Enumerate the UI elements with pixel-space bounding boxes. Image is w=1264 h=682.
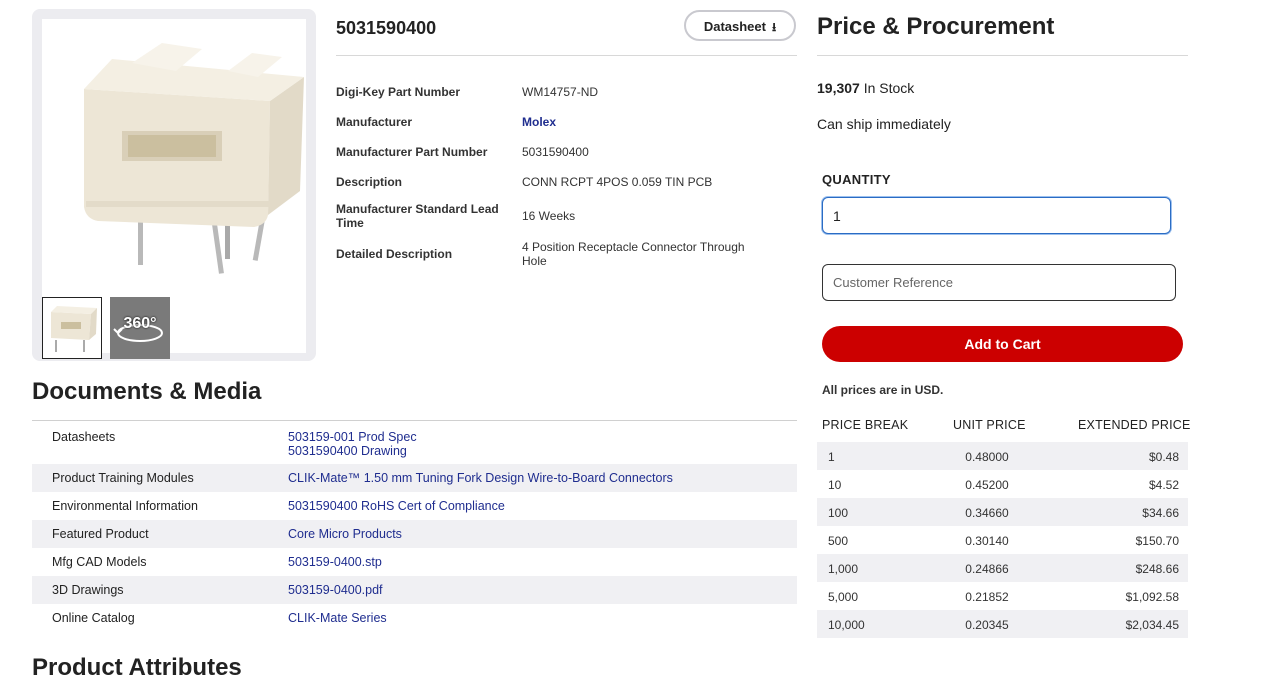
- doc-row-cad-models: Mfg CAD Models 503159-0400.stp: [32, 548, 797, 576]
- price-break: 10: [828, 478, 842, 492]
- doc-row-3d-drawings: 3D Drawings 503159-0400.pdf: [32, 576, 797, 604]
- detail-label: Digi-Key Part Number: [336, 85, 461, 99]
- doc-label: Datasheets: [52, 430, 116, 444]
- detail-value: 4 Position Receptacle Connector Through …: [522, 240, 745, 268]
- unit-price: 0.34660: [965, 506, 1009, 520]
- extended-price: $1,092.58: [1125, 590, 1179, 604]
- unit-price: 0.45200: [965, 478, 1009, 492]
- price-break: 1,000: [828, 562, 859, 576]
- doc-row-training: Product Training Modules CLIK-Mate™ 1.50…: [32, 464, 797, 492]
- details-divider: [336, 55, 797, 56]
- ship-status: Can ship immediately: [817, 116, 951, 132]
- detail-label: Manufacturer: [336, 115, 413, 129]
- quantity-input[interactable]: [822, 197, 1171, 234]
- detail-label: Manufacturer Standard Lead Time: [336, 202, 499, 230]
- price-row: 10,000 0.20345 $2,034.45: [817, 610, 1188, 638]
- thumbnail-360-view[interactable]: 360°: [110, 297, 170, 359]
- currency-note: All prices are in USD.: [822, 383, 944, 397]
- price-break: 5,000: [828, 590, 859, 604]
- price-divider: [817, 55, 1188, 56]
- part-number-title: 5031590400: [336, 18, 437, 38]
- detail-value: WM14757-ND: [522, 85, 599, 99]
- doc-link-cad-model[interactable]: 503159-0400.stp: [288, 555, 382, 569]
- price-row: 1 0.48000 $0.48: [817, 442, 1188, 470]
- col-header-price-break: PRICE BREAK: [822, 418, 909, 432]
- add-to-cart-button[interactable]: Add to Cart: [822, 326, 1183, 362]
- doc-link-rohs-cert[interactable]: 5031590400 RoHS Cert of Compliance: [288, 499, 505, 513]
- price-row: 500 0.30140 $150.70: [817, 526, 1188, 554]
- datasheet-button-label: Datasheet: [703, 19, 766, 34]
- price-break: 500: [828, 534, 849, 548]
- product-image-frame: 360°: [42, 19, 306, 359]
- product-image-panel: 360°: [32, 9, 316, 361]
- doc-link-featured-product[interactable]: Core Micro Products: [288, 527, 402, 541]
- doc-link-training-module[interactable]: CLIK-Mate™ 1.50 mm Tuning Fork Design Wi…: [288, 471, 673, 485]
- doc-row-environmental: Environmental Information 5031590400 RoH…: [32, 492, 797, 520]
- price-row: 1,000 0.24866 $248.66: [817, 554, 1188, 582]
- doc-label: Mfg CAD Models: [52, 555, 147, 569]
- price-break: 10,000: [828, 618, 865, 632]
- download-icon: ⭳: [771, 20, 777, 34]
- doc-label: Online Catalog: [52, 611, 135, 625]
- extended-price: $34.66: [1142, 506, 1179, 520]
- extended-price: $150.70: [1135, 534, 1179, 548]
- doc-row-featured: Featured Product Core Micro Products: [32, 520, 797, 548]
- doc-label: 3D Drawings: [52, 583, 124, 597]
- stock-count: 19,307: [817, 80, 860, 96]
- documents-media-heading: Documents & Media: [32, 378, 262, 405]
- doc-row-datasheets: Datasheets 503159-001 Prod Spec 50315904…: [32, 422, 797, 464]
- price-break: 1: [828, 450, 835, 464]
- extended-price: $0.48: [1148, 450, 1179, 464]
- customer-reference-input[interactable]: [822, 264, 1176, 301]
- manufacturer-link[interactable]: Molex: [522, 115, 762, 129]
- price-procurement-heading: Price & Procurement: [817, 13, 1055, 40]
- unit-price: 0.20345: [965, 618, 1009, 632]
- price-break: 100: [828, 506, 849, 520]
- doc-label: Featured Product: [52, 527, 149, 541]
- detail-label: Detailed Description: [336, 247, 453, 261]
- quantity-label: QUANTITY: [822, 172, 891, 187]
- unit-price: 0.48000: [965, 450, 1009, 464]
- col-header-extended-price: EXTENDED PRICE: [1078, 418, 1191, 432]
- price-row: 100 0.34660 $34.66: [817, 498, 1188, 526]
- doc-row-online-catalog: Online Catalog CLIK-Mate Series: [32, 604, 797, 632]
- unit-price: 0.30140: [965, 534, 1009, 548]
- extended-price: $4.52: [1148, 478, 1179, 492]
- documents-divider: [32, 420, 797, 421]
- price-row: 10 0.45200 $4.52: [817, 470, 1188, 498]
- detail-value: 5031590400: [522, 145, 589, 159]
- detail-label: Description: [336, 175, 403, 189]
- price-row: 5,000 0.21852 $1,092.58: [817, 582, 1188, 610]
- unit-price: 0.21852: [965, 590, 1009, 604]
- detail-value: 16 Weeks: [522, 209, 576, 223]
- doc-link-prod-spec[interactable]: 503159-001 Prod Spec: [288, 430, 417, 444]
- detail-label: Manufacturer Part Number: [336, 145, 488, 159]
- thumbnail-360-label: 360°: [123, 315, 157, 332]
- detail-value: CONN RCPT 4POS 0.059 TIN PCB: [522, 175, 713, 189]
- datasheet-button[interactable]: Datasheet ⭳: [684, 10, 796, 41]
- thumbnail-product-image[interactable]: [42, 297, 102, 359]
- extended-price: $248.66: [1135, 562, 1179, 576]
- doc-label: Product Training Modules: [52, 471, 194, 485]
- stock-text: In Stock: [859, 80, 915, 96]
- product-main-image[interactable]: [42, 19, 306, 289]
- doc-link-drawing[interactable]: 5031590400 Drawing: [288, 444, 407, 458]
- product-attributes-heading: Product Attributes: [32, 654, 242, 681]
- doc-label: Environmental Information: [52, 499, 198, 513]
- doc-link-online-catalog[interactable]: CLIK-Mate Series: [288, 611, 387, 625]
- col-header-unit-price: UNIT PRICE: [953, 418, 1026, 432]
- stock-status: 19,307 In Stock: [817, 80, 914, 96]
- doc-link-3d-drawing[interactable]: 503159-0400.pdf: [288, 583, 383, 597]
- unit-price: 0.24866: [965, 562, 1009, 576]
- extended-price: $2,034.45: [1125, 618, 1179, 632]
